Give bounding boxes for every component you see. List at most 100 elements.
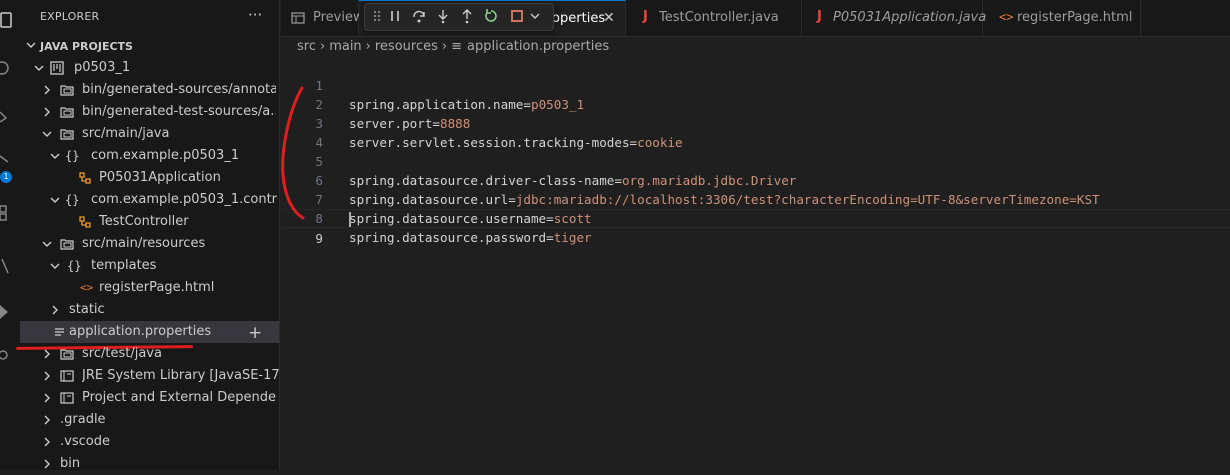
chevron-down-icon	[50, 153, 60, 159]
chevron-right-icon	[44, 437, 50, 447]
tree-item-package[interactable]: {} templates	[20, 255, 279, 277]
chevron-right-icon	[44, 85, 50, 95]
pause-icon[interactable]	[387, 8, 403, 24]
close-icon[interactable]: ✕	[603, 10, 615, 26]
tab-p05031application[interactable]: J P05031Application.java	[802, 0, 986, 36]
tree-item-folder[interactable]: .gradle	[20, 409, 279, 431]
folder-icon	[60, 129, 74, 140]
chevron-down-icon	[50, 263, 60, 269]
breadcrumb: src › main › resources › ≡ application.properti…	[297, 39, 609, 55]
code-line-current[interactable]: 9	[281, 209, 1230, 246]
remote-icon[interactable]	[0, 347, 20, 369]
tree-item-file-selected[interactable]: application.properties +	[20, 321, 279, 343]
property-key: spring.datasource.password=	[349, 230, 554, 245]
tree-item-folder[interactable]: .vscode	[20, 431, 279, 453]
code-line[interactable]: 6 spring.datasource.url=jdbc:mariadb://l…	[281, 152, 1230, 207]
step-over-icon[interactable]	[411, 8, 427, 24]
chevron-right-icon	[44, 393, 50, 403]
files-icon[interactable]	[0, 10, 20, 32]
breadcrumb-item[interactable]: resources	[375, 39, 438, 54]
gradle-icon[interactable]	[0, 301, 20, 323]
tree-item-class[interactable]: P05031Application	[20, 167, 279, 189]
red-annotation-bracket	[281, 86, 305, 220]
extensions-icon[interactable]	[0, 202, 20, 224]
chevron-right-icon	[44, 415, 50, 425]
html-file-icon: <>	[999, 10, 1014, 24]
chevron-right-icon: ›	[365, 39, 371, 54]
tree-item-label: bin	[60, 456, 81, 471]
drag-handle-icon[interactable]	[369, 8, 385, 24]
tree-item-folder[interactable]: bin/generated-sources/annota...	[20, 79, 279, 101]
tree-item-label: P05031Application	[99, 170, 221, 185]
java-file-icon: J	[643, 9, 648, 24]
tree-item-label: p0503_1	[74, 60, 131, 75]
tree-item-folder[interactable]: bin/generated-test-sources/a...	[20, 101, 279, 123]
code-line[interactable]: 3 server.servlet.session.tracking-modes=…	[281, 95, 1230, 150]
property-value: tiger	[553, 230, 592, 245]
folder-icon	[60, 239, 74, 250]
tree-item-folder[interactable]: src/test/java	[20, 343, 279, 365]
tab-testcontroller[interactable]: J TestController.java	[626, 0, 802, 36]
chevron-down-icon[interactable]	[527, 8, 543, 24]
code-line[interactable]: 4	[281, 114, 1230, 150]
source-control-icon[interactable]	[0, 106, 20, 128]
chevron-right-icon	[44, 349, 50, 359]
add-icon[interactable]: +	[248, 322, 262, 344]
chevron-right-icon	[44, 459, 50, 469]
tree-item-library[interactable]: JRE System Library [JavaSE-17]	[20, 365, 285, 387]
step-out-icon[interactable]	[459, 8, 475, 24]
tree-item-folder[interactable]: src/main/resources	[20, 233, 279, 255]
java-file-icon: J	[817, 9, 822, 24]
tree-item-label: bin/generated-sources/annota...	[82, 82, 276, 97]
stop-icon[interactable]	[509, 8, 525, 24]
tree-item-file[interactable]: <> registerPage.html	[20, 277, 279, 299]
html-file-icon: <>	[80, 281, 94, 294]
tree-item-label: registerPage.html	[99, 280, 215, 295]
tree-item-label: src/main/java	[82, 126, 170, 141]
text-cursor	[349, 212, 351, 227]
restart-icon[interactable]	[483, 8, 499, 24]
chevron-right-icon	[52, 305, 58, 315]
tree-item-label: src/main/resources	[82, 236, 206, 251]
chevron-down-icon	[42, 241, 52, 247]
tree-item-label: static	[69, 302, 105, 317]
code-line[interactable]: 1 spring.application.name=p0503_1	[281, 57, 1230, 112]
tree-item-library[interactable]: Project and External Depende...	[20, 387, 279, 409]
chevron-right-icon: ›	[441, 39, 448, 54]
step-into-icon[interactable]	[435, 8, 451, 24]
tab-bar: Preview roperties ✕ J TestController.jav…	[281, 0, 1230, 37]
breadcrumb-item[interactable]: main	[329, 39, 361, 54]
tree-item-project[interactable]: p0503_1	[20, 57, 279, 79]
tab-label: roperties	[547, 11, 606, 26]
tree-item-folder[interactable]: src/main/java	[20, 123, 279, 145]
tree-item-class[interactable]: TestController	[20, 211, 279, 233]
tree-item-package[interactable]: {} com.example.p0503_1.contro...	[20, 189, 279, 211]
folder-icon	[60, 85, 74, 96]
breadcrumb-item[interactable]: application.properties	[467, 39, 609, 54]
project-icon	[50, 61, 64, 75]
testing-icon[interactable]	[0, 255, 20, 277]
code-line[interactable]: 2 server.port=8888	[281, 76, 1230, 131]
more-actions-button[interactable]: ···	[248, 6, 262, 24]
tab-label: registerPage.html	[1017, 10, 1133, 25]
tree-item-folder[interactable]: bin	[20, 453, 279, 475]
debug-toolbar	[364, 3, 554, 31]
notification-badge: 1	[0, 171, 12, 183]
tree-item-label: application.properties	[69, 324, 212, 339]
code-line[interactable]: 5 spring.datasource.driver-class-name=or…	[281, 133, 1230, 188]
tree-item-folder[interactable]: static	[20, 299, 279, 321]
tree-item-label: templates	[91, 258, 157, 273]
tab-label: TestController.java	[659, 10, 779, 25]
search-icon[interactable]	[0, 58, 20, 80]
code-line[interactable]: 7 spring.datasource.username=scott	[281, 171, 1230, 226]
chevron-down-icon	[50, 197, 60, 203]
tree-item-label: Project and External Depende...	[82, 390, 276, 405]
editor-area: Preview roperties ✕ J TestController.jav…	[281, 0, 1230, 470]
java-projects-section-header[interactable]: JAVA PROJECTS	[20, 36, 279, 58]
tree-item-package[interactable]: {} com.example.p0503_1	[20, 145, 279, 167]
tab-registerpage[interactable]: <> registerPage.html	[983, 0, 1141, 36]
code-line[interactable]: 8 spring.datasource.password=tiger	[281, 190, 1230, 245]
tree-item-label: bin/generated-test-sources/a...	[82, 104, 276, 119]
class-icon	[79, 216, 91, 228]
folder-icon	[60, 349, 74, 360]
